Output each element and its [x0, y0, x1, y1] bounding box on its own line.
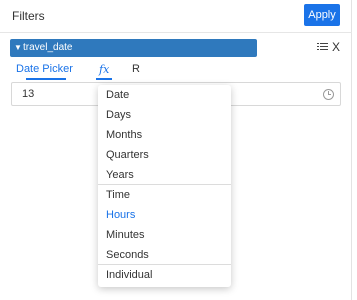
- tab-fx[interactable]: fx: [99, 63, 109, 76]
- filter-tabs: Date Picker fx R: [16, 63, 216, 80]
- filter-header[interactable]: ▼ travel_date: [10, 39, 257, 57]
- date-unit-dropdown: Date Days Months Quarters Years Time Hou…: [98, 85, 231, 287]
- menu-item-minutes[interactable]: Minutes: [98, 225, 231, 245]
- menu-item-years[interactable]: Years: [98, 165, 231, 185]
- menu-item-hours[interactable]: Hours: [98, 205, 231, 225]
- menu-item-quarters[interactable]: Quarters: [98, 145, 231, 165]
- date-value: 13: [22, 88, 35, 100]
- clock-icon[interactable]: [323, 89, 334, 100]
- menu-item-date[interactable]: Date: [98, 85, 231, 105]
- menu-item-individual[interactable]: Individual: [98, 265, 231, 285]
- menu-item-time[interactable]: Time: [98, 185, 231, 205]
- menu-item-seconds[interactable]: Seconds: [98, 245, 231, 265]
- tab-r[interactable]: R: [132, 63, 140, 76]
- menu-item-days[interactable]: Days: [98, 105, 231, 125]
- page-title: Filters: [12, 9, 45, 23]
- tab-date-picker[interactable]: Date Picker: [16, 63, 73, 76]
- list-icon[interactable]: [317, 42, 328, 52]
- filters-header: Filters Apply: [0, 0, 352, 33]
- menu-item-months[interactable]: Months: [98, 125, 231, 145]
- filter-name: travel_date: [23, 42, 73, 53]
- caret-down-icon[interactable]: ▼: [14, 42, 22, 54]
- close-icon[interactable]: X: [332, 39, 340, 55]
- tab-date-picker-indicator: [26, 78, 66, 80]
- apply-button[interactable]: Apply: [304, 4, 340, 26]
- filters-panel: Filters Apply ▼ travel_date X Date Picke…: [0, 0, 352, 300]
- tab-fx-indicator: [96, 78, 112, 80]
